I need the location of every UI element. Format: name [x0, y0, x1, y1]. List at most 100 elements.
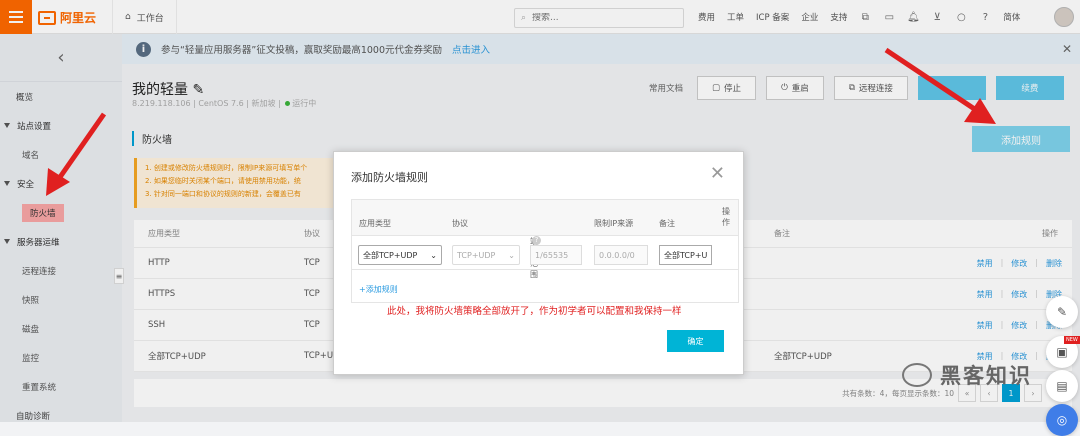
nav-icp[interactable]: ICP 备案 — [756, 11, 789, 23]
sidebar-item-label: 重置系统 — [22, 382, 57, 393]
sidebar-item-overview[interactable]: 概览 — [0, 82, 122, 111]
stop-button[interactable]: ▢ 停止 — [697, 76, 757, 100]
bell-icon[interactable]: 🔔︎ — [907, 11, 920, 23]
sidebar-item-diagnose[interactable]: 自助诊断 — [0, 401, 122, 430]
instance-ip: 8.219.118.106 — [132, 99, 191, 108]
sidebar-group-security[interactable]: 安全 — [0, 169, 122, 198]
workbench-label: 工作台 — [136, 13, 164, 24]
nav-billing[interactable]: 费用 — [698, 11, 715, 23]
watermark-text: 黑客知识 — [940, 364, 1032, 388]
remark-input[interactable]: 全部TCP+U — [659, 245, 712, 265]
edit-float-icon[interactable]: ✎ — [1046, 296, 1078, 328]
chat-float-icon[interactable]: ▤ — [1046, 370, 1078, 402]
close-icon[interactable]: ✕ — [1062, 42, 1072, 56]
ip-source-input[interactable]: 0.0.0.0/0 — [594, 245, 648, 265]
sidebar-item-domain[interactable]: 域名 — [0, 140, 122, 169]
assistant-float-icon[interactable]: ◎ — [1046, 404, 1078, 436]
top-bar: 阿里云 ⌂ 工作台 ⌕ 费用 工单 ICP 备案 企业 支持 ⧉ ▭ 🔔︎ ⊻ … — [0, 0, 1080, 34]
cell-type: HTTPS — [148, 289, 176, 299]
rule-row: 全部TCP+UDP ⌄ TCP+UDP ⌄ 1/65535 0.0.0.0/0 全部… — [352, 236, 738, 270]
cart-icon[interactable]: ⊻ — [931, 11, 943, 23]
rule-table-header: 应用类型 协议 端口范围? 限制IP来源 备注 操作 — [352, 200, 738, 279]
language-switch[interactable]: 简体 — [1003, 11, 1020, 23]
section-title: 防火墙 — [132, 131, 172, 146]
column-ops: 操作 — [1042, 229, 1058, 238]
add-rule-button[interactable]: 添加规则 — [972, 126, 1070, 152]
port-range-input[interactable]: 1/65535 — [530, 245, 582, 265]
add-rule-link[interactable]: +添加规则 — [359, 284, 398, 295]
nav-enterprise[interactable]: 企业 — [801, 11, 818, 23]
chevron-down-icon: ⌄ — [430, 250, 437, 260]
logo-text: 阿里云 — [60, 11, 97, 25]
bulb-icon[interactable]: ○ — [955, 11, 967, 23]
remote-icon: ⧉ — [848, 83, 855, 93]
terminal-icon[interactable]: ▭ — [883, 11, 895, 23]
restart-button[interactable]: ⏻ 重启 — [766, 76, 824, 100]
sidebar-item-reset[interactable]: 重置系统 — [0, 372, 122, 401]
cell-protocol: TCP — [304, 258, 320, 268]
avatar[interactable] — [1054, 7, 1074, 27]
aliyun-logo-icon — [38, 10, 56, 25]
nav-support[interactable]: 支持 — [830, 11, 847, 23]
banner-link[interactable]: 点击进入 — [452, 42, 490, 56]
nav-ticket[interactable]: 工单 — [727, 11, 744, 23]
sidebar-item-monitor[interactable]: 监控 — [0, 343, 122, 372]
page-title: 我的轻量 ✎ — [132, 79, 204, 99]
edit-link[interactable]: 修改 — [1011, 289, 1027, 300]
sidebar-item-firewall[interactable]: 防火墙 — [0, 198, 122, 227]
row-actions: 禁用|修改|删除 — [976, 257, 1062, 269]
edit-link[interactable]: 修改 — [1011, 258, 1027, 269]
cell-protocol: TCP — [304, 320, 320, 330]
help-icon[interactable]: ? — [979, 11, 991, 23]
promo-banner: i 参与“轻量应用服务器”征文投稿，赢取奖励最高1000元代金券奖励 点击进入 … — [122, 34, 1080, 64]
column-remark: 备注 — [659, 219, 675, 228]
menu-icon[interactable] — [0, 0, 32, 34]
wechat-icon — [902, 363, 932, 387]
disable-link[interactable]: 禁用 — [977, 320, 993, 331]
sidebar-item-label: 快照 — [22, 295, 40, 306]
top-nav: 费用 工单 ICP 备案 企业 支持 ⧉ ▭ 🔔︎ ⊻ ○ ? 简体 — [698, 0, 1020, 34]
docs-link[interactable]: 常用文档 — [649, 82, 683, 94]
caret-down-icon — [4, 239, 10, 244]
upgrade-button[interactable] — [917, 76, 986, 100]
sidebar-item-label: 域名 — [22, 150, 40, 161]
logo[interactable]: 阿里云 — [38, 9, 96, 26]
workbench-link[interactable]: ⌂ 工作台 — [112, 0, 177, 34]
close-icon[interactable]: ✕ — [710, 163, 725, 184]
row-actions: 禁用|修改|删除 — [976, 288, 1062, 300]
sidebar-item-disk[interactable]: 磁盘 — [0, 314, 122, 343]
confirm-button[interactable]: 确定 — [667, 330, 724, 352]
instance-status: 运行中 — [292, 99, 317, 108]
remote-label: 远程连接 — [858, 84, 893, 94]
sidebar-item-label: 远程连接 — [22, 266, 57, 277]
home-icon: ⌂ — [125, 12, 131, 22]
cell-type: HTTP — [148, 258, 170, 268]
protocol-select[interactable]: TCP+UDP ⌄ — [452, 245, 520, 265]
sidebar-group-site-settings[interactable]: 站点设置 — [0, 111, 122, 140]
app-icon[interactable]: ⧉ — [859, 11, 871, 23]
search-input[interactable] — [532, 13, 663, 23]
instance-region: 新加坡 — [251, 99, 276, 108]
instance-os: CentOS 7.6 — [198, 99, 244, 108]
info-icon: i — [136, 41, 151, 57]
remote-connect-button[interactable]: ⧉ 远程连接 — [833, 76, 908, 100]
delete-link[interactable]: 删除 — [1046, 258, 1062, 269]
status-dot — [285, 101, 291, 106]
stop-label: 停止 — [724, 84, 742, 94]
power-icon: ⏻ — [781, 83, 788, 93]
edit-link[interactable]: 修改 — [1011, 320, 1027, 331]
dialog-title: 添加防火墙规则 — [351, 171, 428, 184]
app-type-select[interactable]: 全部TCP+UDP ⌄ — [358, 245, 442, 265]
column-protocol: 协议 — [452, 219, 468, 228]
disable-link[interactable]: 禁用 — [977, 258, 993, 269]
collapse-sidebar-button[interactable]: ‹ — [0, 34, 122, 82]
cell-type: SSH — [148, 320, 166, 330]
sidebar-item-remote[interactable]: 远程连接 — [0, 256, 122, 285]
sidebar-item-snapshot[interactable]: 快照 — [0, 285, 122, 314]
edit-icon[interactable]: ✎ — [192, 82, 204, 98]
renew-button[interactable]: 续费 — [995, 76, 1064, 100]
disable-link[interactable]: 禁用 — [977, 289, 993, 300]
sidebar-item-label: 防火墙 — [22, 203, 64, 222]
sidebar-group-ops[interactable]: 服务器运维 — [0, 227, 122, 256]
search-box[interactable]: ⌕ — [514, 8, 684, 28]
